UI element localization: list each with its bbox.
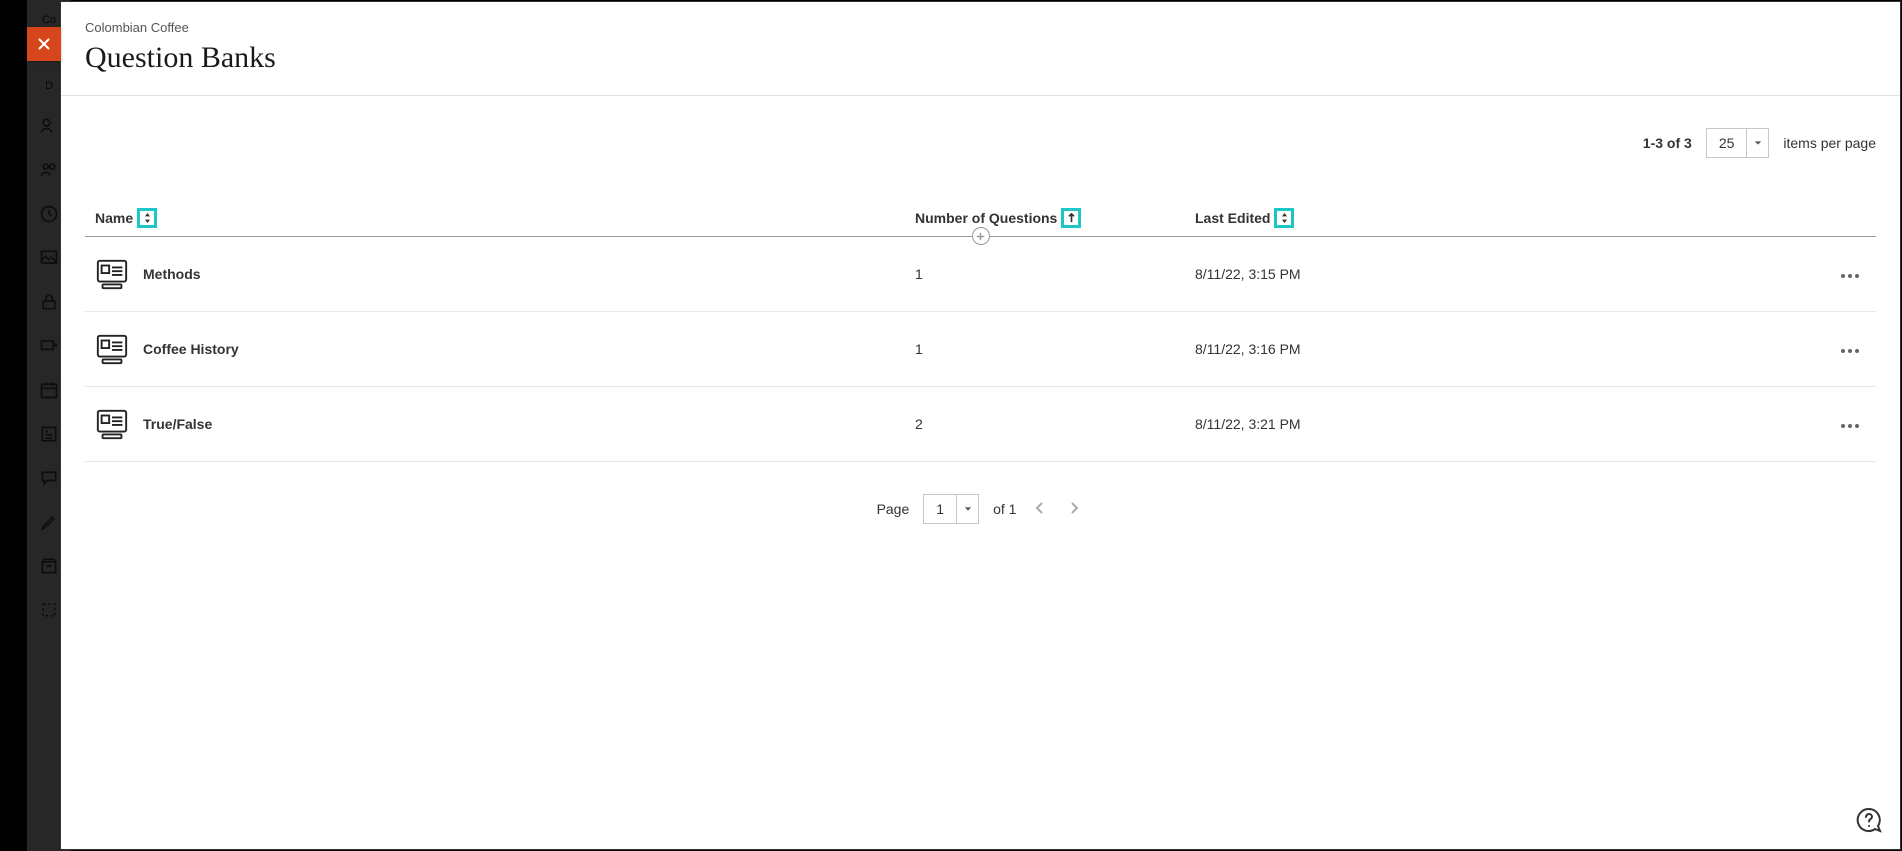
row-num: 1 <box>915 266 923 282</box>
chevron-left-icon <box>1034 502 1046 514</box>
items-per-page-value: 25 <box>1707 129 1747 157</box>
more-horizontal-icon <box>1840 423 1860 429</box>
table-row[interactable]: Coffee History 1 8/11/22, 3:16 PM <box>85 312 1876 387</box>
row-date: 8/11/22, 3:15 PM <box>1195 266 1301 282</box>
row-date: 8/11/22, 3:21 PM <box>1195 416 1301 432</box>
question-bank-icon <box>95 407 129 441</box>
close-icon <box>36 36 52 52</box>
next-page-button[interactable] <box>1064 497 1084 521</box>
more-horizontal-icon <box>1840 273 1860 279</box>
items-per-page-label: items per page <box>1783 135 1876 151</box>
col-header-num[interactable]: Number of Questions <box>915 210 1057 226</box>
col-header-date[interactable]: Last Edited <box>1195 210 1270 226</box>
sort-name-button[interactable] <box>137 208 157 228</box>
breadcrumb[interactable]: Colombian Coffee <box>85 20 1876 35</box>
table-header: Name Number of Questions Last Edited <box>85 208 1876 237</box>
row-num: 2 <box>915 416 923 432</box>
items-per-page-select[interactable]: 25 <box>1706 128 1770 158</box>
row-actions-button[interactable] <box>1834 262 1866 286</box>
panel-header: Colombian Coffee Question Banks <box>61 2 1900 96</box>
table-body: Methods 1 8/11/22, 3:15 PM <box>85 237 1876 462</box>
row-actions-button[interactable] <box>1834 412 1866 436</box>
close-button[interactable] <box>27 27 61 61</box>
page-of-text: of 1 <box>993 501 1016 517</box>
sort-asc-icon <box>1067 213 1076 223</box>
row-num: 1 <box>915 341 923 357</box>
chevron-down-icon <box>1746 129 1768 157</box>
table-row[interactable]: True/False 2 8/11/22, 3:21 PM <box>85 387 1876 462</box>
question-bank-icon <box>95 332 129 366</box>
pager-bottom: Page 1 of 1 <box>85 462 1876 556</box>
chevron-right-icon <box>1068 502 1080 514</box>
add-row-button[interactable] <box>972 227 990 245</box>
page-value: 1 <box>924 495 956 523</box>
sort-both-icon <box>1280 213 1289 223</box>
page-select[interactable]: 1 <box>923 494 979 524</box>
panel-body: 1-3 of 3 25 items per page Name Number o… <box>61 96 1900 849</box>
page-title: Question Banks <box>85 41 1876 75</box>
more-horizontal-icon <box>1840 348 1860 354</box>
question-banks-table: Name Number of Questions Last Edited <box>85 208 1876 462</box>
chevron-down-icon <box>956 495 978 523</box>
help-chat-icon <box>1856 807 1882 833</box>
table-row[interactable]: Methods 1 8/11/22, 3:15 PM <box>85 237 1876 312</box>
col-header-name[interactable]: Name <box>95 210 133 226</box>
question-bank-icon <box>95 257 129 291</box>
sort-both-icon <box>143 213 152 223</box>
row-date: 8/11/22, 3:16 PM <box>1195 341 1301 357</box>
prev-page-button[interactable] <box>1030 497 1050 521</box>
results-count: 1-3 of 3 <box>1643 135 1692 151</box>
row-name: Methods <box>143 266 201 282</box>
row-actions-button[interactable] <box>1834 337 1866 361</box>
help-button[interactable] <box>1856 807 1882 833</box>
row-name: Coffee History <box>143 341 239 357</box>
pager-top: 1-3 of 3 25 items per page <box>85 96 1876 208</box>
plus-icon <box>976 232 985 241</box>
row-name: True/False <box>143 416 212 432</box>
question-banks-panel: Colombian Coffee Question Banks 1-3 of 3… <box>60 1 1901 850</box>
page-label: Page <box>877 501 910 517</box>
sort-date-button[interactable] <box>1274 208 1294 228</box>
sort-num-button[interactable] <box>1061 208 1081 228</box>
